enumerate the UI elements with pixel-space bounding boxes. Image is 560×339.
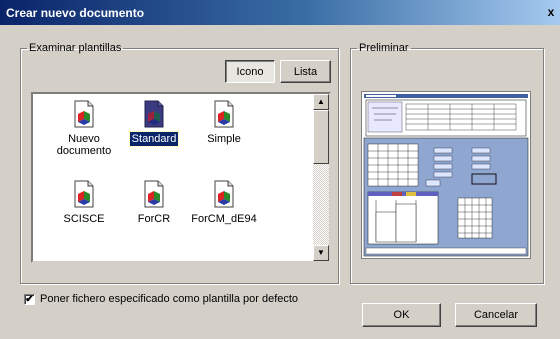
- ok-button[interactable]: OK: [362, 303, 441, 327]
- window-title: Crear nuevo documento: [6, 6, 145, 20]
- preview-thumbnail: [362, 92, 530, 258]
- icon-view-button[interactable]: Icono: [225, 60, 275, 83]
- template-item-nuevo-documento[interactable]: Nuevo documento: [49, 100, 119, 158]
- scroll-up-icon[interactable]: ▲: [313, 94, 329, 110]
- document-template-icon: [144, 180, 164, 208]
- preview-legend: Preliminar: [359, 42, 409, 54]
- scroll-down-icon[interactable]: ▼: [313, 245, 329, 261]
- template-item-forcr[interactable]: ForCR: [119, 180, 189, 226]
- template-item-forcm-de94[interactable]: ForCM_dE94: [189, 180, 259, 226]
- template-list[interactable]: Nuevo documento Standard Simple SCISCE F…: [31, 92, 331, 263]
- scroll-thumb[interactable]: [313, 110, 329, 164]
- title-bar: Crear nuevo documento x: [0, 0, 560, 25]
- template-label: ForCR: [137, 213, 171, 225]
- document-template-icon: [74, 180, 94, 208]
- document-template-icon: [144, 100, 164, 128]
- list-view-button[interactable]: Lista: [280, 60, 331, 83]
- template-item-scisce[interactable]: SCISCE: [49, 180, 119, 226]
- document-template-icon: [214, 180, 234, 208]
- document-template-icon: [214, 100, 234, 128]
- cancel-button[interactable]: Cancelar: [455, 303, 537, 327]
- template-item-simple[interactable]: Simple: [189, 100, 259, 146]
- template-label: ForCM_dE94: [191, 213, 257, 225]
- close-icon[interactable]: x: [544, 4, 558, 20]
- template-item-standard[interactable]: Standard: [119, 100, 189, 147]
- template-preview: [361, 91, 531, 259]
- template-label: Simple: [207, 133, 241, 145]
- browse-templates-legend: Examinar plantillas: [29, 42, 122, 54]
- template-label: Nuevo documento: [56, 133, 112, 157]
- document-template-icon: [74, 100, 94, 128]
- template-label: SCISCE: [63, 213, 105, 225]
- vertical-scrollbar[interactable]: ▲ ▼: [313, 94, 329, 261]
- template-label: Standard: [128, 131, 180, 147]
- default-template-checkbox[interactable]: ✔: [24, 294, 35, 305]
- default-template-checkbox-label: Poner fichero especificado como plantill…: [40, 293, 299, 305]
